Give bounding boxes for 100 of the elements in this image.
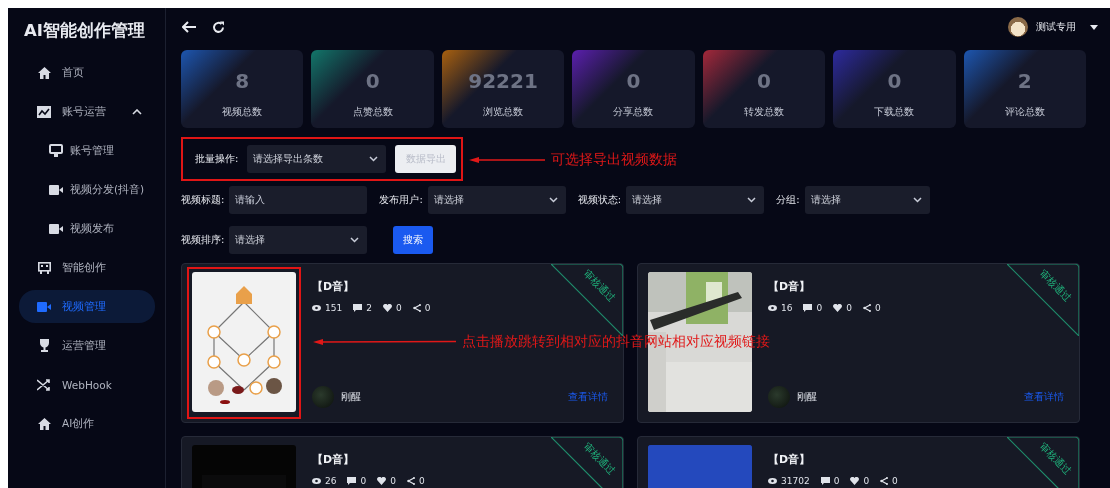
menu-item[interactable]: AI创作 <box>19 407 155 440</box>
field-label: 分组: <box>776 193 800 207</box>
select-field[interactable]: 请选择导出条数 <box>247 145 387 173</box>
app-title: AI智能创作管理 <box>23 20 146 42</box>
refresh-icon[interactable] <box>212 20 225 34</box>
eye-icon <box>768 305 777 311</box>
chevron-down-icon <box>548 197 558 203</box>
submenu-item[interactable]: 视频发布 <box>19 212 155 245</box>
view-count: 31702 <box>781 476 810 486</box>
status-ribbon: 审核通过 <box>551 437 623 488</box>
trophy-icon <box>37 339 51 352</box>
like-count: 0 <box>863 476 870 486</box>
share-count: 0 <box>892 476 898 486</box>
menu-item[interactable]: 运营管理 <box>19 329 155 362</box>
field-label: 视频状态: <box>577 193 622 207</box>
chevron-down-icon <box>350 237 360 243</box>
author-avatar <box>312 386 334 408</box>
stat-label: 转发总数 <box>743 106 784 119</box>
share-icon <box>862 304 871 312</box>
eye-icon <box>312 478 321 484</box>
author-name: 刚醒 <box>797 390 817 404</box>
comment-count: 0 <box>833 476 840 486</box>
stat-label: 点赞总数 <box>352 106 393 119</box>
select-field[interactable]: 请选择 <box>626 186 765 214</box>
submenu-item[interactable]: 视频分发(抖音) <box>19 173 155 206</box>
chart-icon <box>37 105 51 118</box>
stat-value: 92221 <box>468 69 538 93</box>
select-field[interactable]: 请选择 <box>427 186 566 214</box>
view-count: 151 <box>325 303 343 313</box>
like-count: 0 <box>390 476 396 486</box>
like-count: 0 <box>846 303 852 313</box>
stat-label: 视频总数 <box>222 106 263 119</box>
stat-label: 分享总数 <box>613 106 654 119</box>
menu-item[interactable]: WebHook <box>19 368 155 401</box>
caret-icon[interactable] <box>1090 24 1098 30</box>
user-name[interactable]: 测试专用 <box>1036 20 1076 34</box>
heart-icon <box>850 477 860 485</box>
heart-icon <box>382 304 392 312</box>
submenu-item[interactable]: 账号管理 <box>19 134 155 167</box>
field-label: 发布用户: <box>379 193 423 207</box>
field-label: 批量操作: <box>195 152 239 166</box>
camera-icon <box>37 301 51 312</box>
monitor-icon <box>49 144 63 157</box>
menu-item[interactable]: 账号运营 <box>19 95 155 128</box>
search-button[interactable]: 搜索 <box>393 226 434 254</box>
camera-icon <box>49 223 63 234</box>
share-icon <box>406 477 415 485</box>
heart-icon <box>833 304 843 312</box>
video-title: 【D音】 <box>768 279 811 294</box>
eye-icon <box>312 305 321 311</box>
stat-value: 0 <box>365 69 380 93</box>
field-label: 视频标题: <box>181 193 225 207</box>
field-label: 视频排序: <box>181 233 225 247</box>
chevron-down-icon <box>747 197 757 203</box>
annotation-text: 可选择导出视频数据 <box>551 151 677 169</box>
input-field[interactable]: 请输入 <box>229 186 368 214</box>
share-count: 0 <box>424 303 431 313</box>
home-icon <box>37 417 51 430</box>
comment-count: 2 <box>366 303 372 313</box>
view-count: 26 <box>325 476 337 486</box>
menu-item[interactable]: 首页 <box>19 56 155 89</box>
chevron-down-icon <box>912 197 922 203</box>
video-title: 【D音】 <box>312 452 355 467</box>
select-field[interactable]: 请选择 <box>804 186 930 214</box>
share-icon <box>412 304 421 312</box>
video-title: 【D音】 <box>768 452 811 467</box>
comment-count: 0 <box>816 303 823 313</box>
eye-icon <box>768 478 777 484</box>
stat-label: 评论总数 <box>1004 106 1045 119</box>
select-field[interactable]: 请选择 <box>229 226 368 254</box>
stat-value: 2 <box>1017 69 1032 93</box>
author-name: 刚醒 <box>341 390 361 404</box>
share-count: 0 <box>874 303 881 313</box>
menu-item[interactable]: 视频管理 <box>19 290 155 323</box>
stat-value: 8 <box>235 69 250 93</box>
author-avatar <box>768 386 790 408</box>
stat-value: 0 <box>626 69 641 93</box>
chevron-down-icon <box>369 156 379 162</box>
user-avatar[interactable] <box>1008 17 1028 37</box>
back-arrow-icon[interactable] <box>182 21 196 33</box>
shuffle-icon <box>37 378 51 391</box>
robot-icon <box>37 261 51 274</box>
home-icon <box>37 66 51 79</box>
share-count: 0 <box>418 476 425 486</box>
stat-label: 下载总数 <box>874 106 915 119</box>
comment-icon <box>803 304 813 312</box>
menu-item[interactable]: 智能创作 <box>19 251 155 284</box>
heart-icon <box>377 477 387 485</box>
status-ribbon: 审核通过 <box>1007 437 1079 488</box>
comment-icon <box>347 477 357 485</box>
status-ribbon: 审核通过 <box>1007 264 1079 336</box>
stat-value: 0 <box>887 69 902 93</box>
comment-count: 0 <box>360 476 367 486</box>
stat-label: 浏览总数 <box>483 106 524 119</box>
camera-icon <box>49 184 63 195</box>
view-count: 16 <box>781 303 793 313</box>
stat-value: 0 <box>756 69 771 93</box>
comment-icon <box>353 304 363 312</box>
like-count: 0 <box>395 303 402 313</box>
video-title: 【D音】 <box>312 279 355 294</box>
